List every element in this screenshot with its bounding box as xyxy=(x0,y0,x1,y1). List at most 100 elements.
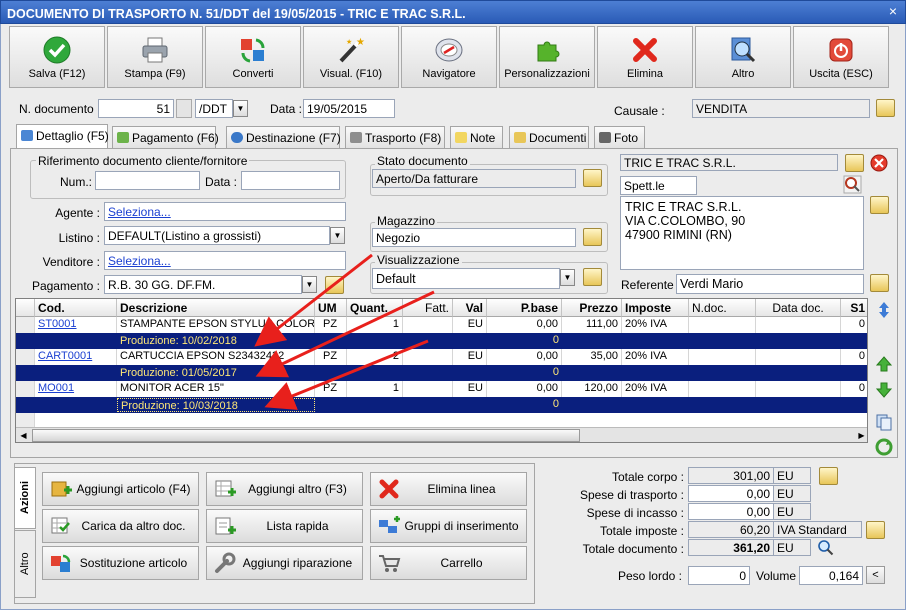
delete-line-button[interactable]: Elimina linea xyxy=(370,472,527,506)
doc-number-spin-button[interactable] xyxy=(176,99,192,118)
venditore-input[interactable]: Seleziona... xyxy=(104,251,346,270)
ref-num-input[interactable] xyxy=(95,171,200,190)
cell-val[interactable]: EU xyxy=(453,349,487,365)
folder-icon[interactable] xyxy=(870,196,889,214)
salutation-input[interactable]: Spett.le xyxy=(620,176,697,195)
add-repair-button[interactable]: Aggiungi riparazione xyxy=(206,546,363,580)
chevron-down-icon[interactable]: ▼ xyxy=(330,227,345,244)
pagamento-select[interactable]: R.B. 30 GG. DF.FM. xyxy=(104,275,302,294)
tab-documenti[interactable]: Documenti xyxy=(509,126,589,148)
cell-s1[interactable]: 0 xyxy=(841,349,867,365)
listino-select[interactable]: DEFAULT(Listino a grossisti) xyxy=(104,226,330,245)
folder-icon[interactable] xyxy=(866,521,885,539)
insert-groups-button[interactable]: Gruppi di inserimento xyxy=(370,509,527,543)
document-lines-grid[interactable]: Cod. Descrizione UM Quant. Fatt. Val P.b… xyxy=(15,298,868,443)
chevron-down-icon[interactable]: ▼ xyxy=(233,100,248,117)
doc-number-input[interactable]: 51 xyxy=(98,99,174,118)
column-header-ndoc[interactable]: N.doc. xyxy=(689,299,756,317)
scroll-right-icon[interactable]: ▶ xyxy=(854,429,867,442)
column-header-pbase[interactable]: P.base xyxy=(487,299,562,317)
cell-ndoc[interactable] xyxy=(689,349,756,365)
cell-imposte[interactable]: 20% IVA xyxy=(622,317,689,333)
cell-cod[interactable]: CART0001 xyxy=(35,349,117,365)
move-down-icon[interactable] xyxy=(873,380,895,400)
folder-icon[interactable] xyxy=(583,169,602,187)
ref-date-input[interactable] xyxy=(241,171,340,190)
column-header-s1[interactable]: S1 xyxy=(841,299,867,317)
replace-article-button[interactable]: Sostituzione articolo xyxy=(42,546,199,580)
convert-button[interactable]: Converti xyxy=(205,26,301,88)
cell-cod[interactable]: ST0001 xyxy=(35,317,117,333)
print-button[interactable]: Stampa (F9) xyxy=(107,26,203,88)
copy-line-icon[interactable] xyxy=(873,412,895,432)
cell-cod[interactable]: MO001 xyxy=(35,381,117,397)
load-from-doc-button[interactable]: Carica da altro doc. xyxy=(42,509,199,543)
cell-datadoc[interactable] xyxy=(756,317,841,333)
status-input[interactable]: Aperto/Da fatturare xyxy=(372,169,576,188)
move-up-icon[interactable] xyxy=(873,354,895,374)
cell-prezzo[interactable]: 35,00 xyxy=(562,349,622,365)
cell-quant[interactable]: 1 xyxy=(347,317,403,333)
cell-fatt[interactable] xyxy=(403,381,453,397)
row-selector[interactable] xyxy=(16,413,35,428)
tab-azioni[interactable]: Azioni xyxy=(14,467,36,529)
cell-datadoc[interactable] xyxy=(756,381,841,397)
column-header-prezzo[interactable]: Prezzo xyxy=(562,299,622,317)
scroll-left-icon[interactable]: ◀ xyxy=(16,429,31,442)
cell-val[interactable]: EU xyxy=(453,381,487,397)
cell-descrizione[interactable]: STAMPANTE EPSON STYLUS COLOR C62 xyxy=(117,317,315,333)
cell-s1[interactable]: 0 xyxy=(841,317,867,333)
folder-icon[interactable] xyxy=(819,467,838,485)
customer-address[interactable]: TRIC E TRAC S.R.L. VIA C.COLOMBO, 90 479… xyxy=(620,196,864,270)
chevron-down-icon[interactable]: ▼ xyxy=(302,276,317,293)
folder-icon[interactable] xyxy=(870,274,889,292)
column-header-datadoc[interactable]: Data doc. xyxy=(756,299,841,317)
tab-foto[interactable]: Foto xyxy=(594,126,645,148)
cell-quant[interactable]: 2 xyxy=(347,349,403,365)
cell-fatt[interactable] xyxy=(403,317,453,333)
tab-altro[interactable]: Altro xyxy=(14,530,36,598)
folder-icon[interactable] xyxy=(583,228,602,246)
cell-pbase[interactable]: 0,00 xyxy=(487,317,562,333)
quick-list-button[interactable]: Lista rapida xyxy=(206,509,363,543)
tab-trasporto[interactable]: Trasporto (F8) xyxy=(345,126,445,148)
column-header-imposte[interactable]: Imposte xyxy=(622,299,689,317)
row-selector[interactable] xyxy=(16,349,35,365)
folder-icon[interactable] xyxy=(845,154,864,172)
cart-button[interactable]: Carrello xyxy=(370,546,527,580)
agente-input[interactable]: Seleziona... xyxy=(104,202,346,221)
tab-pagamento[interactable]: Pagamento (F6) xyxy=(112,126,219,148)
column-header-fatt[interactable]: Fatt. xyxy=(403,299,453,317)
remove-customer-icon[interactable] xyxy=(870,154,888,172)
collection-cost-input[interactable]: 0,00 xyxy=(688,503,774,520)
other-button[interactable]: Altro xyxy=(695,26,791,88)
save-button[interactable]: Salva (F12) xyxy=(9,26,105,88)
causale-input[interactable]: VENDITA xyxy=(692,99,870,118)
tab-note[interactable]: Note xyxy=(450,126,503,148)
navigator-button[interactable]: Navigatore xyxy=(401,26,497,88)
cell-pbase[interactable]: 0,00 xyxy=(487,349,562,365)
doc-suffix-select[interactable]: /DDT xyxy=(195,99,233,118)
column-header-um[interactable]: UM xyxy=(315,299,347,317)
cell-pbase[interactable]: 0,00 xyxy=(487,381,562,397)
cell-um[interactable]: PZ xyxy=(315,317,347,333)
cell-um[interactable]: PZ xyxy=(315,381,347,397)
row-selector[interactable] xyxy=(16,317,35,333)
cell-prezzo[interactable]: 120,00 xyxy=(562,381,622,397)
column-header-cod[interactable]: Cod. xyxy=(35,299,117,317)
chevron-down-icon[interactable]: ▼ xyxy=(560,269,575,286)
view-select[interactable]: Default xyxy=(372,268,560,289)
warehouse-input[interactable]: Negozio xyxy=(372,228,576,247)
close-window-button[interactable]: × xyxy=(884,3,902,20)
folder-icon[interactable] xyxy=(583,268,602,286)
delete-button[interactable]: Elimina xyxy=(597,26,693,88)
column-header-descrizione[interactable]: Descrizione xyxy=(117,299,315,317)
date-input[interactable]: 19/05/2015 xyxy=(303,99,395,118)
cell-fatt[interactable] xyxy=(403,349,453,365)
add-article-button[interactable]: Aggiungi articolo (F4) xyxy=(42,472,199,506)
folder-icon[interactable] xyxy=(325,276,344,294)
refresh-icon[interactable] xyxy=(873,437,895,457)
exit-button[interactable]: Uscita (ESC) xyxy=(793,26,889,88)
visualize-button[interactable]: ★ ★ Visual. (F10) xyxy=(303,26,399,88)
column-header-quant[interactable]: Quant. xyxy=(347,299,403,317)
